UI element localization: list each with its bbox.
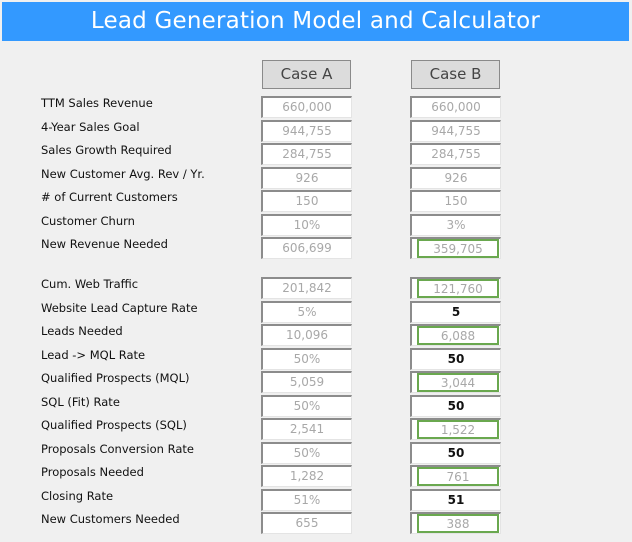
row-label-closing-rate: Closing Rate bbox=[41, 489, 114, 503]
case-b-field-customer-churn[interactable]: 3% bbox=[410, 214, 501, 236]
case-b-highlighted-value: 388 bbox=[417, 514, 499, 533]
case-b-highlighted-value: 6,088 bbox=[417, 326, 499, 345]
row-label-ttm-sales-revenue: TTM Sales Revenue bbox=[41, 96, 153, 110]
case-b-highlighted-value: 359,705 bbox=[417, 239, 499, 258]
case-a-field-new-revenue-needed[interactable]: 606,699 bbox=[261, 237, 352, 259]
case-b-field-4-year-sales-goal[interactable]: 944,755 bbox=[410, 120, 501, 142]
case-a-field-sales-growth-required[interactable]: 284,755 bbox=[261, 143, 352, 165]
case-a-field-customer-churn[interactable]: 10% bbox=[261, 214, 352, 236]
row-label-sales-growth-required: Sales Growth Required bbox=[41, 143, 172, 157]
case-a-field-lead-mql-rate[interactable]: 50% bbox=[261, 348, 352, 370]
case-b-field-lead-mql-rate[interactable]: 50 bbox=[410, 348, 501, 370]
case-a-field-new-customer-avg-rev-yr[interactable]: 926 bbox=[261, 167, 352, 189]
case-b-field-qualified-prospects-sql[interactable]: 1,522 bbox=[410, 418, 501, 440]
case-b-field-sales-growth-required[interactable]: 284,755 bbox=[410, 143, 501, 165]
row-label-new-customers-needed: New Customers Needed bbox=[41, 512, 180, 526]
row-label-customer-churn: Customer Churn bbox=[41, 214, 135, 228]
case-b-highlighted-value: 121,760 bbox=[417, 279, 499, 298]
case-b-field-qualified-prospects-mql[interactable]: 3,044 bbox=[410, 371, 501, 393]
row-label-qualified-prospects-sql: Qualified Prospects (SQL) bbox=[41, 418, 187, 432]
row-label-4-year-sales-goal: 4-Year Sales Goal bbox=[41, 120, 140, 134]
case-a-field-of-current-customers[interactable]: 150 bbox=[261, 190, 352, 212]
row-label-leads-needed: Leads Needed bbox=[41, 324, 123, 338]
case-a-field-ttm-sales-revenue[interactable]: 660,000 bbox=[261, 96, 352, 118]
row-label-sql-fit-rate: SQL (Fit) Rate bbox=[41, 395, 120, 409]
case-b-highlighted-value: 1,522 bbox=[417, 420, 499, 439]
case-a-field-leads-needed[interactable]: 10,096 bbox=[261, 324, 352, 346]
case-a-button[interactable]: Case A bbox=[262, 60, 351, 89]
case-b-highlighted-value: 761 bbox=[417, 467, 499, 486]
row-label-new-customer-avg-rev-yr: New Customer Avg. Rev / Yr. bbox=[41, 167, 205, 181]
case-a-field-proposals-needed[interactable]: 1,282 bbox=[261, 465, 352, 487]
case-a-field-new-customers-needed[interactable]: 655 bbox=[261, 512, 352, 534]
row-label-new-revenue-needed: New Revenue Needed bbox=[41, 237, 168, 251]
case-b-field-ttm-sales-revenue[interactable]: 660,000 bbox=[410, 96, 501, 118]
case-a-field-qualified-prospects-sql[interactable]: 2,541 bbox=[261, 418, 352, 440]
case-b-highlighted-value: 3,044 bbox=[417, 373, 499, 392]
row-label-proposals-conversion-rate: Proposals Conversion Rate bbox=[41, 442, 194, 456]
case-a-field-cum-web-traffic[interactable]: 201,842 bbox=[261, 277, 352, 299]
case-b-field-proposals-needed[interactable]: 761 bbox=[410, 465, 501, 487]
case-b-field-proposals-conversion-rate[interactable]: 50 bbox=[410, 442, 501, 464]
row-label-cum-web-traffic: Cum. Web Traffic bbox=[41, 277, 139, 291]
row-label-of-current-customers: # of Current Customers bbox=[41, 190, 178, 204]
row-label-lead-mql-rate: Lead -> MQL Rate bbox=[41, 348, 146, 362]
case-a-field-closing-rate[interactable]: 51% bbox=[261, 489, 352, 511]
case-a-field-website-lead-capture-rate[interactable]: 5% bbox=[261, 301, 352, 323]
case-b-button[interactable]: Case B bbox=[411, 60, 500, 89]
case-b-field-website-lead-capture-rate[interactable]: 5 bbox=[410, 301, 501, 323]
case-b-field-closing-rate[interactable]: 51 bbox=[410, 489, 501, 511]
case-b-field-of-current-customers[interactable]: 150 bbox=[410, 190, 501, 212]
case-b-field-new-customer-avg-rev-yr[interactable]: 926 bbox=[410, 167, 501, 189]
row-label-qualified-prospects-mql: Qualified Prospects (MQL) bbox=[41, 371, 190, 385]
case-a-field-proposals-conversion-rate[interactable]: 50% bbox=[261, 442, 352, 464]
row-label-website-lead-capture-rate: Website Lead Capture Rate bbox=[41, 301, 198, 315]
page-title: Lead Generation Model and Calculator bbox=[2, 2, 629, 41]
case-a-field-sql-fit-rate[interactable]: 50% bbox=[261, 395, 352, 417]
case-b-field-sql-fit-rate[interactable]: 50 bbox=[410, 395, 501, 417]
row-label-proposals-needed: Proposals Needed bbox=[41, 465, 144, 479]
case-b-field-leads-needed[interactable]: 6,088 bbox=[410, 324, 501, 346]
case-b-field-new-customers-needed[interactable]: 388 bbox=[410, 512, 501, 534]
case-a-field-qualified-prospects-mql[interactable]: 5,059 bbox=[261, 371, 352, 393]
case-a-field-4-year-sales-goal[interactable]: 944,755 bbox=[261, 120, 352, 142]
case-b-field-cum-web-traffic[interactable]: 121,760 bbox=[410, 277, 501, 299]
case-b-field-new-revenue-needed[interactable]: 359,705 bbox=[410, 237, 501, 259]
